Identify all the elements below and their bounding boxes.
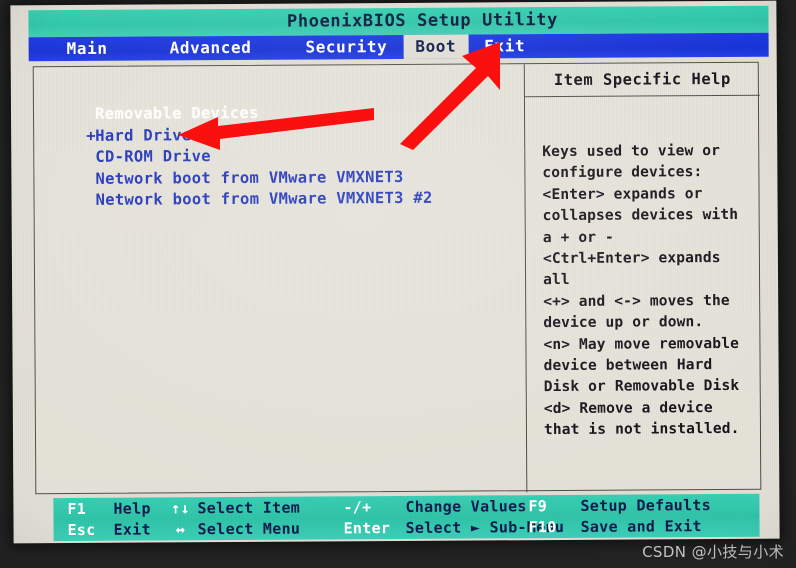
- help-line: <Ctrl+Enter> expands: [542, 248, 721, 268]
- legend-entry[interactable]: F9 Setup Defaults: [528, 494, 753, 516]
- tab-main[interactable]: Main: [55, 37, 120, 61]
- key-f9: F9: [528, 497, 548, 516]
- menu-bar: Main Advanced Security Boot Exit: [28, 32, 769, 62]
- help-line: Keys used to view or: [542, 142, 721, 161]
- legend-column-arrows: ↑↓ Select Item ↔ Select Menu: [163, 496, 343, 540]
- key-esc: Esc: [67, 520, 96, 540]
- legend-entry[interactable]: F10 Save and Exit: [528, 515, 753, 537]
- help-line: that is not installed.: [543, 419, 740, 439]
- page-title: PhoenixBIOS Setup Utility: [286, 10, 558, 32]
- help-line: <+> and <-> moves the: [543, 291, 730, 310]
- photograph-of-monitor: PhoenixBIOS Setup Utility Main Advanced …: [0, 0, 796, 568]
- key-f10: F10: [528, 518, 557, 537]
- tab-security[interactable]: Security: [293, 35, 399, 60]
- up-down-arrow-icon: ↑↓: [171, 499, 190, 518]
- legend-entry[interactable]: ↑↓ Select Item: [163, 496, 343, 518]
- help-line: a + or -: [542, 228, 614, 246]
- panel-divider: [523, 64, 528, 493]
- watermark: CSDN @小技与小术: [642, 543, 784, 561]
- tab-advanced[interactable]: Advanced: [157, 36, 263, 61]
- legend-entry[interactable]: -/+ Change Values: [343, 495, 543, 517]
- legend-desc: Exit: [113, 520, 151, 539]
- help-line: <n> May move removable: [543, 334, 739, 353]
- legend-desc: Select Menu: [197, 519, 301, 539]
- key-minus-plus: -/+: [343, 498, 372, 517]
- legend-desc: Save and Exit: [580, 517, 702, 536]
- help-line: device up or down.: [543, 313, 704, 332]
- legend-entry[interactable]: F1 Help: [67, 497, 177, 519]
- legend-entry[interactable]: ↔ Select Menu: [164, 517, 344, 539]
- legend-column-keys: F1 Help Esc Exit: [67, 497, 177, 541]
- legend-column-function-keys: F9 Setup Defaults F10 Save and Exit: [528, 494, 753, 538]
- boot-list-item[interactable]: Network boot from VMware VMXNET3: [86, 166, 506, 190]
- tab-exit[interactable]: Exit: [472, 34, 537, 58]
- boot-list-item-label: Hard Drive: [95, 125, 192, 145]
- boot-list-item-label: Removable Devices: [94, 103, 259, 123]
- legend-desc: Change Values: [405, 497, 527, 516]
- help-line: collapses devices with: [542, 206, 739, 225]
- boot-list-item[interactable]: CD-ROM Drive: [86, 144, 506, 168]
- boot-list-item-label: Network boot from VMware VMXNET3 #2: [95, 188, 433, 209]
- legend-entry[interactable]: Esc Exit: [68, 518, 178, 540]
- help-line: configure devices:: [542, 163, 703, 182]
- boot-list-item[interactable]: +Hard Drive: [86, 123, 506, 147]
- help-panel-body: Keys used to view or configure devices: …: [542, 140, 762, 441]
- expand-marker: +: [86, 126, 96, 145]
- tab-boot[interactable]: Boot: [403, 34, 469, 59]
- help-line: device between Hard: [543, 355, 713, 375]
- boot-list-item-label: Network boot from VMware VMXNET3: [95, 167, 404, 188]
- bios-screen: PhoenixBIOS Setup Utility Main Advanced …: [10, 0, 780, 544]
- legend-desc: Setup Defaults: [580, 496, 712, 515]
- content-frame: Removable Devices +Hard Drive CD-ROM Dri…: [32, 61, 762, 495]
- key-legend-bar: F1 Help Esc Exit ↑↓ Select Item ↔ Select Men…: [53, 493, 760, 542]
- key-enter: Enter: [343, 519, 391, 538]
- help-line: all: [542, 271, 570, 289]
- boot-order-list: Removable Devices +Hard Drive CD-ROM Dri…: [86, 101, 507, 211]
- help-line: <Enter> expands or: [542, 184, 703, 203]
- boot-list-item[interactable]: Network boot from VMware VMXNET3 #2: [86, 187, 506, 211]
- boot-list-item[interactable]: Removable Devices: [86, 101, 506, 125]
- help-panel-title: Item Specific Help: [524, 62, 760, 98]
- legend-entry[interactable]: Enter Select ► Sub-Menu: [343, 516, 565, 538]
- boot-list-item-label: CD-ROM Drive: [95, 147, 211, 166]
- legend-column-values: -/+ Change Values Enter Select ► Sub-Menu: [343, 495, 565, 539]
- legend-desc: Help: [113, 499, 151, 518]
- legend-desc: Select Item: [197, 498, 301, 518]
- key-f1: F1: [67, 499, 87, 519]
- help-line: <d> Remove a device: [543, 398, 713, 417]
- left-right-arrow-icon: ↔: [175, 520, 186, 539]
- help-line: Disk or Removable Disk: [543, 377, 740, 396]
